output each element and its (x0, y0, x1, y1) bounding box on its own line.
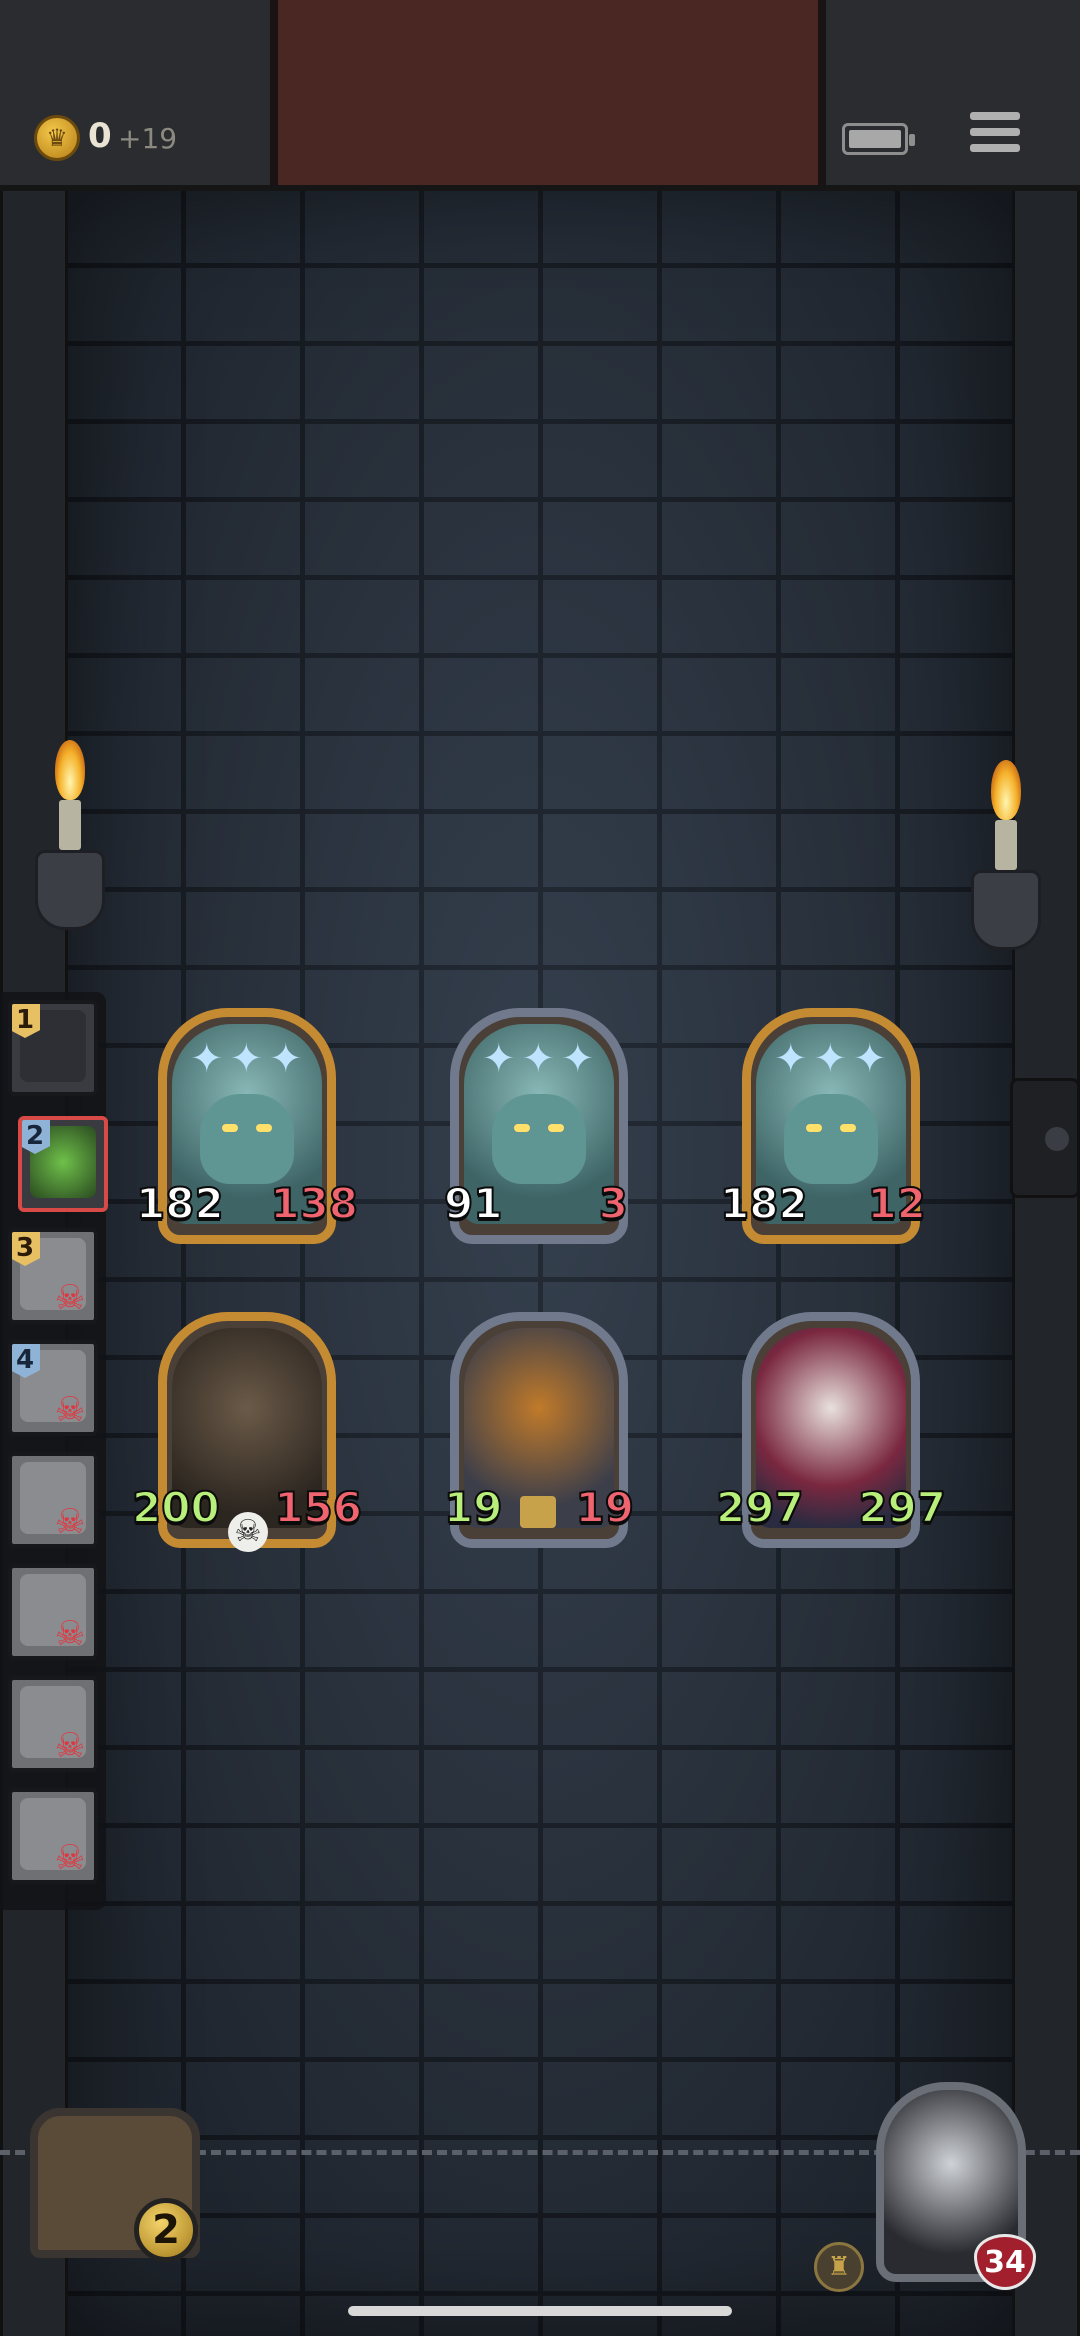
lock-icon (520, 1496, 556, 1528)
skull-icon: ☠ (54, 1614, 86, 1654)
flame-icon (991, 760, 1021, 820)
enemy-card[interactable]: 19 19 (443, 1312, 635, 1548)
skull-icon: ☠ (54, 1838, 86, 1878)
health-value: 3 (598, 1178, 629, 1229)
class-emblem-icon[interactable]: ♜ (814, 2242, 864, 2292)
door-latch (1010, 1078, 1080, 1198)
enemy-card[interactable]: ✦✦✦ 182 12 (719, 1008, 927, 1244)
turn-order-queue: 1 2 3 ☠ 4 ☠ ☠ ☠ ☠ ☠ (0, 992, 108, 1910)
enemy-card[interactable]: ✦✦✦ 91 3 (443, 1008, 629, 1244)
queue-slot[interactable]: 4 ☠ (8, 1340, 98, 1436)
queue-slot[interactable]: ☠ (8, 1452, 98, 1548)
health-value: 12 (867, 1178, 927, 1229)
dungeon-door (270, 0, 826, 185)
flame-icon (55, 740, 85, 800)
skull-icon: ☠ (54, 1502, 86, 1542)
skull-icon: ☠ (54, 1390, 86, 1430)
attack-value: 182 (719, 1178, 809, 1229)
skull-icon: ☠ (228, 1512, 268, 1552)
attack-value: 19 (443, 1482, 503, 1533)
hamburger-menu-icon[interactable] (970, 112, 1020, 160)
attack-value: 200 (131, 1482, 221, 1533)
queue-slot[interactable]: 3 ☠ (8, 1228, 98, 1324)
attack-value: 297 (715, 1482, 805, 1533)
queue-slot[interactable]: ☠ (8, 1564, 98, 1660)
chest-count-badge: 2 (134, 2198, 198, 2262)
health-value: 297 (857, 1482, 947, 1533)
battery-icon (842, 123, 915, 155)
top-bar: ♛ 0 +19 (0, 0, 1080, 191)
queue-slot[interactable]: ☠ (8, 1676, 98, 1772)
enemy-card[interactable]: ☠ 200 156 (131, 1312, 363, 1552)
enemy-card[interactable]: 297 297 (715, 1312, 947, 1548)
skull-icon: ☠ (54, 1278, 86, 1318)
health-value: 156 (273, 1482, 363, 1533)
hero-portrait-button[interactable]: 34 (866, 2082, 1038, 2292)
queue-slot[interactable]: ☠ (8, 1788, 98, 1884)
enemy-card[interactable]: ✦✦✦ 182 138 (135, 1008, 359, 1244)
home-indicator[interactable] (348, 2306, 732, 2316)
attack-value: 182 (135, 1178, 225, 1229)
right-pillar (1012, 185, 1080, 2336)
coin-gain: +19 (118, 122, 178, 155)
inventory-chest-button[interactable]: 2 (16, 2088, 212, 2288)
coin-count: 0 (88, 116, 112, 156)
game-screen: ♛ 0 +19 1 2 3 ☠ 4 ☠ ☠ ☠ ☠ ☠ ✦✦✦ 182 138 … (0, 0, 1080, 2336)
torch-left (35, 740, 105, 930)
wall-shading (62, 185, 1018, 2336)
health-value: 19 (575, 1482, 635, 1533)
attack-value: 91 (443, 1178, 503, 1229)
health-value: 138 (269, 1178, 359, 1229)
skull-icon: ☠ (54, 1726, 86, 1766)
crown-coin-icon: ♛ (34, 115, 80, 161)
queue-slot-active[interactable]: 2 (18, 1116, 108, 1212)
queue-slot[interactable]: 1 (8, 1000, 98, 1096)
torch-right (971, 760, 1041, 950)
